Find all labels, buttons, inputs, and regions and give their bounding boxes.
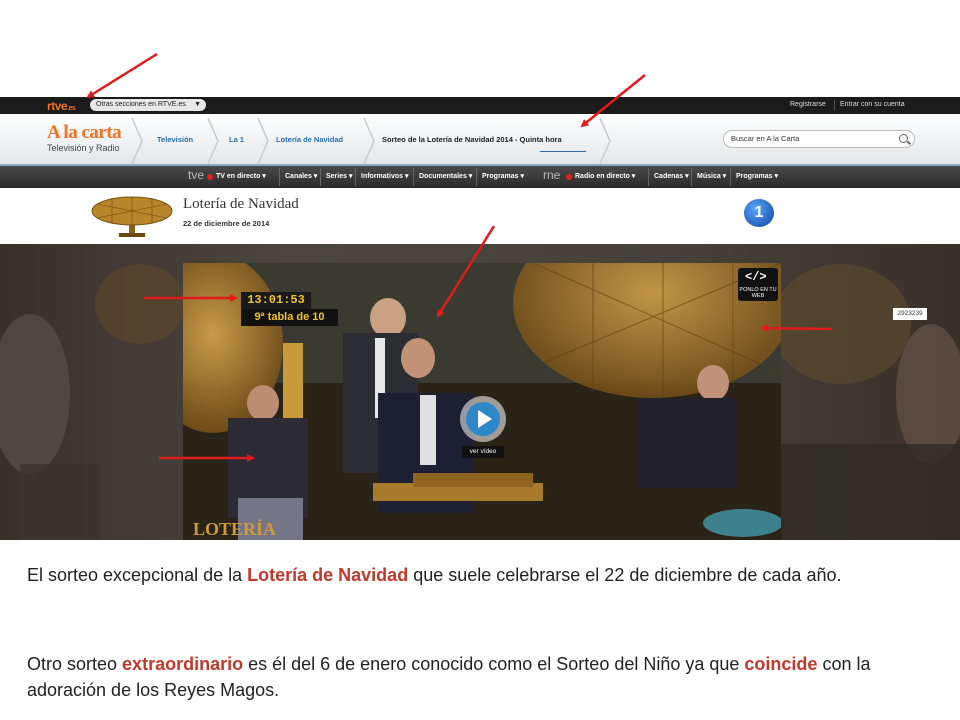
arrow-to-logo — [86, 52, 158, 99]
rtve-logo[interactable]: rtve.es — [47, 99, 76, 113]
divider — [730, 168, 731, 186]
lottery-drum-image — [85, 194, 179, 238]
nav-bar — [0, 166, 960, 188]
breadcrumb-la1[interactable]: La 1 — [229, 135, 244, 144]
play-icon — [466, 402, 500, 436]
rne-logo[interactable]: rne — [543, 168, 560, 182]
breadcrumb-television[interactable]: Televisión — [157, 135, 193, 144]
tve-logo[interactable]: tve — [188, 168, 204, 182]
highlight-coincide: coincide — [744, 654, 818, 674]
highlight-extraordinario: extraordinario — [122, 654, 244, 674]
video-id-tag: 2923239 — [893, 308, 927, 320]
register-link[interactable]: Registrarse — [790, 101, 826, 108]
nav-musica[interactable]: Música ▾ — [697, 172, 726, 180]
breadcrumb-separator — [257, 118, 269, 164]
divider — [279, 168, 280, 186]
login-link[interactable]: Entrar con su cuenta — [840, 101, 905, 108]
la1-channel-logo[interactable]: 1 — [744, 199, 774, 227]
breadcrumb-separator — [363, 118, 375, 164]
nav-programas-radio[interactable]: Programas ▾ — [736, 172, 778, 180]
divider — [691, 168, 692, 186]
divider — [476, 168, 477, 186]
program-title: Lotería de Navidad — [183, 196, 299, 212]
divider — [320, 168, 321, 186]
nav-series[interactable]: Series ▾ — [326, 172, 353, 180]
brand-subtitle: Televisión y Radio — [47, 143, 120, 153]
caption-paragraph-1: El sorteo excepcional de la Lotería de N… — [27, 565, 842, 585]
divider — [648, 168, 649, 186]
watch-video-label[interactable]: ver vídeo — [462, 446, 504, 458]
breadcrumb-separator — [131, 118, 143, 164]
blurred-video-backdrop-right — [781, 264, 960, 540]
active-underline — [540, 151, 586, 152]
draw-table-label: 9ª tabla de 10 — [241, 309, 338, 326]
search-icon[interactable] — [899, 134, 908, 143]
code-icon: </> — [745, 270, 767, 284]
brand-title[interactable]: A la carta — [47, 122, 122, 144]
divider — [355, 168, 356, 186]
nav-tv-live[interactable]: TV en directo ▾ — [216, 172, 266, 180]
divider — [413, 168, 414, 186]
breadcrumb-current: Sorteo de la Lotería de Navidad 2014 - Q… — [382, 135, 562, 144]
play-button[interactable] — [460, 396, 506, 442]
nav-cadenas[interactable]: Cadenas ▾ — [654, 172, 689, 180]
sections-dropdown[interactable]: Otras secciones en RTVE.es ▼ — [90, 99, 206, 111]
nav-canales[interactable]: Canales ▾ — [285, 172, 317, 180]
nav-informativos[interactable]: Informativos ▾ — [361, 172, 408, 180]
live-dot-icon — [207, 174, 213, 180]
live-dot-icon — [566, 174, 572, 180]
nav-programas[interactable]: Programas ▾ — [482, 172, 524, 180]
chevron-down-icon: ▼ — [194, 101, 201, 108]
breadcrumb-separator — [207, 118, 219, 164]
nav-documentales[interactable]: Documentales ▾ — [419, 172, 472, 180]
embed-label: PONLO EN TU WEB — [739, 287, 777, 299]
divider — [834, 100, 835, 111]
video-watermark: LOTERÍA — [193, 518, 276, 539]
breadcrumb-loteria[interactable]: Lotería de Navidad — [276, 135, 343, 144]
caption-paragraph-2: Otro sorteo extraordinario es él del 6 d… — [27, 654, 871, 700]
search-input[interactable]: Buscar en A la Carta — [723, 130, 915, 148]
nav-radio-live[interactable]: Radio en directo ▾ — [575, 172, 635, 180]
program-date: 22 de diciembre de 2014 — [183, 219, 270, 228]
draw-timer: 13:01:53 — [241, 292, 311, 309]
blurred-video-backdrop-left — [0, 264, 183, 540]
highlight-loteria: Lotería de Navidad — [247, 565, 409, 585]
breadcrumb-separator — [599, 118, 611, 164]
